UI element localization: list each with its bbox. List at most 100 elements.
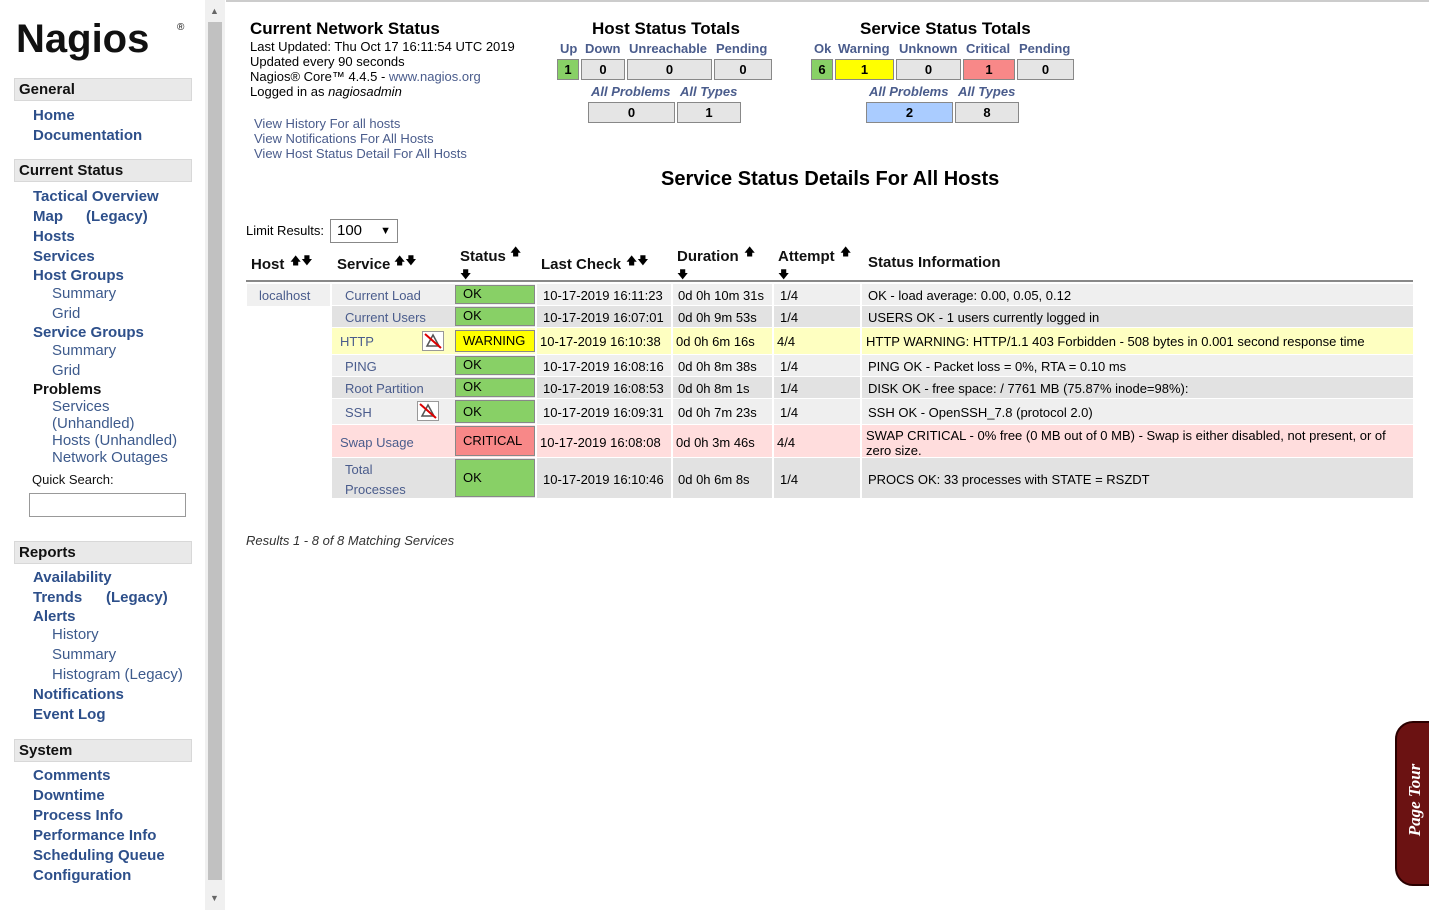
svc-unknown-count[interactable]: 0 xyxy=(896,59,961,80)
nav-services[interactable]: Services xyxy=(33,248,95,265)
host-unreachable-count[interactable]: 0 xyxy=(627,59,712,80)
link-view-history[interactable]: View History For all hosts xyxy=(254,116,400,131)
svc-warning-count[interactable]: 1 xyxy=(835,59,894,80)
notifications-disabled-icon[interactable] xyxy=(417,401,439,421)
nav-process-info[interactable]: Process Info xyxy=(33,807,123,824)
host-pending-count[interactable]: 0 xyxy=(714,59,772,80)
service-link[interactable]: HTTP xyxy=(340,334,374,349)
last-check: 10-17-2019 16:10:46 xyxy=(543,472,664,487)
host-head-unreachable[interactable]: Unreachable xyxy=(629,41,707,56)
svc-all-problems-label[interactable]: All Problems xyxy=(869,84,948,99)
nav-host-groups-summary[interactable]: Summary xyxy=(52,285,116,302)
host-head-down[interactable]: Down xyxy=(585,41,620,56)
nav-alerts-history[interactable]: History xyxy=(52,626,99,643)
col-header-service: Service xyxy=(337,256,391,273)
service-link[interactable]: Current Users xyxy=(345,310,426,325)
sort-attempt-up-icon[interactable]: 🡅 xyxy=(840,243,851,262)
nav-problems[interactable]: Problems xyxy=(33,381,101,398)
svc-pending-count[interactable]: 0 xyxy=(1017,59,1074,80)
status-badge: OK xyxy=(455,459,535,497)
nav-alerts-histogram[interactable]: Histogram (Legacy) xyxy=(52,666,183,683)
sidebar-scrollbar[interactable]: ▲ ▼ xyxy=(205,0,225,910)
scroll-thumb[interactable] xyxy=(208,22,222,880)
nav-downtime[interactable]: Downtime xyxy=(33,787,105,804)
sort-last-check-icon[interactable]: 🡅🡇 xyxy=(626,252,649,271)
sort-status-up-icon[interactable]: 🡅 xyxy=(510,243,521,262)
nav-network-outages[interactable]: Network Outages xyxy=(52,449,168,466)
nav-scheduling-queue[interactable]: Scheduling Queue xyxy=(33,847,165,864)
nav-service-groups-summary[interactable]: Summary xyxy=(52,342,116,359)
svc-all-types-label[interactable]: All Types xyxy=(958,84,1015,99)
host-head-up[interactable]: Up xyxy=(560,41,577,56)
host-link-localhost[interactable]: localhost xyxy=(259,288,310,303)
link-view-host-detail[interactable]: View Host Status Detail For All Hosts xyxy=(254,146,467,161)
nav-documentation[interactable]: Documentation xyxy=(33,127,142,144)
sort-host-icon[interactable]: 🡅🡇 xyxy=(290,252,313,271)
sort-duration-up-icon[interactable]: 🡅 xyxy=(744,243,755,262)
service-link[interactable]: Current Load xyxy=(345,288,421,303)
host-down-count[interactable]: 0 xyxy=(581,59,625,80)
svc-head-critical[interactable]: Critical xyxy=(966,41,1010,56)
host-all-problems-label[interactable]: All Problems xyxy=(591,84,670,99)
svc-head-warning[interactable]: Warning xyxy=(838,41,890,56)
svc-head-pending[interactable]: Pending xyxy=(1019,41,1070,56)
host-all-problems-count[interactable]: 0 xyxy=(588,102,675,123)
nav-problems-services-unhandled[interactable]: (Unhandled) xyxy=(52,415,135,432)
nagios-org-link[interactable]: www.nagios.org xyxy=(389,69,481,84)
nav-home[interactable]: Home xyxy=(33,107,75,124)
host-all-types-count[interactable]: 1 xyxy=(677,102,741,123)
svc-all-problems-count[interactable]: 2 xyxy=(866,102,953,123)
sort-duration-down-icon[interactable]: 🡇 xyxy=(677,266,688,285)
scroll-down-icon[interactable]: ▼ xyxy=(210,893,219,903)
quick-search-input[interactable] xyxy=(29,493,186,517)
service-link[interactable]: SSH xyxy=(345,405,372,420)
link-view-notifications[interactable]: View Notifications For All Hosts xyxy=(254,131,434,146)
nav-problems-hosts-unhandled[interactable]: Hosts (Unhandled) xyxy=(52,432,177,449)
nagios-logo[interactable]: Nagios ® xyxy=(14,12,189,64)
nav-trends-legacy[interactable]: (Legacy) xyxy=(106,589,168,606)
svc-ok-count[interactable]: 6 xyxy=(811,59,833,80)
nav-trends[interactable]: Trends xyxy=(33,589,82,606)
nav-map[interactable]: Map xyxy=(33,208,63,225)
scroll-up-icon[interactable]: ▲ xyxy=(210,6,219,16)
nav-map-legacy[interactable]: (Legacy) xyxy=(86,208,148,225)
service-link-line2[interactable]: Processes xyxy=(345,482,406,497)
limit-results-select[interactable]: 100 ▼ xyxy=(330,219,398,243)
svc-head-ok[interactable]: Ok xyxy=(814,41,831,56)
status-info: SSH OK - OpenSSH_7.8 (protocol 2.0) xyxy=(868,405,1093,420)
host-totals-title: Host Status Totals xyxy=(592,19,740,38)
sort-service-icon[interactable]: 🡅🡇 xyxy=(394,252,417,271)
nav-hosts[interactable]: Hosts xyxy=(33,228,75,245)
nav-tactical-overview[interactable]: Tactical Overview xyxy=(33,188,159,205)
nav-notifications[interactable]: Notifications xyxy=(33,686,124,703)
host-up-count[interactable]: 1 xyxy=(557,59,579,80)
sort-attempt-down-icon[interactable]: 🡇 xyxy=(778,266,789,285)
nav-host-groups[interactable]: Host Groups xyxy=(33,267,124,284)
nav-performance-info[interactable]: Performance Info xyxy=(33,827,156,844)
service-link[interactable]: PING xyxy=(345,359,377,374)
last-check: 10-17-2019 16:08:08 xyxy=(540,435,661,450)
nav-problems-services[interactable]: Services xyxy=(52,398,110,415)
host-head-pending[interactable]: Pending xyxy=(716,41,767,56)
svc-all-types-count[interactable]: 8 xyxy=(955,102,1019,123)
svc-head-unknown[interactable]: Unknown xyxy=(899,41,958,56)
sort-status-down-icon[interactable]: 🡇 xyxy=(460,266,471,285)
service-link[interactable]: Swap Usage xyxy=(340,435,414,450)
nav-service-groups[interactable]: Service Groups xyxy=(33,324,144,341)
host-all-types-label[interactable]: All Types xyxy=(680,84,737,99)
nav-comments[interactable]: Comments xyxy=(33,767,111,784)
svc-critical-count[interactable]: 1 xyxy=(963,59,1015,80)
nav-availability[interactable]: Availability xyxy=(33,569,112,586)
nav-service-groups-grid[interactable]: Grid xyxy=(52,362,80,379)
service-link[interactable]: Total xyxy=(345,462,372,477)
service-totals-title: Service Status Totals xyxy=(860,19,1031,38)
nav-event-log[interactable]: Event Log xyxy=(33,706,106,723)
nav-host-groups-grid[interactable]: Grid xyxy=(52,305,80,322)
nav-alerts[interactable]: Alerts xyxy=(33,608,76,625)
notifications-disabled-icon[interactable] xyxy=(422,331,444,351)
nav-configuration[interactable]: Configuration xyxy=(33,867,131,884)
col-header-last-check: Last Check xyxy=(541,256,622,273)
service-link[interactable]: Root Partition xyxy=(345,381,424,396)
status-badge: OK xyxy=(455,356,535,375)
nav-alerts-summary[interactable]: Summary xyxy=(52,646,116,663)
